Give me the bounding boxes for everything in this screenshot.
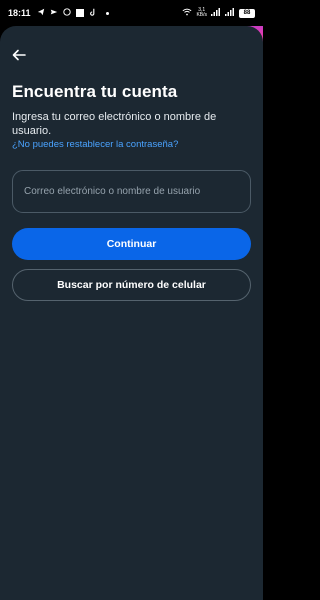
page-subtitle: Ingresa tu correo electrónico o nombre d… (12, 111, 217, 137)
battery-icon: 88 (239, 8, 255, 18)
status-time: 18:11 (8, 8, 31, 18)
back-button[interactable] (10, 48, 28, 66)
net-speed-unit: KB/s (196, 12, 207, 18)
cannot-reset-password-link[interactable]: ¿No puedes restablecer la contraseña? (12, 139, 178, 150)
signal-icon-2 (225, 8, 235, 18)
page-title: Encuentra tu cuenta (12, 82, 178, 101)
arrow-left-icon (12, 48, 26, 66)
send-icon (50, 8, 58, 18)
email-username-input[interactable] (24, 186, 250, 197)
status-bar: 18:11 3,1 KB/s 88 (0, 0, 263, 26)
continue-button[interactable]: Continuar (12, 228, 251, 260)
whatsapp-icon (62, 8, 71, 18)
telegram-icon (37, 8, 45, 18)
dot-icon (105, 11, 109, 15)
find-account-screen: Encuentra tu cuenta Ingresa tu correo el… (0, 26, 263, 600)
status-right: 3,1 KB/s 88 (182, 8, 255, 18)
signal-icon (211, 8, 221, 18)
search-by-phone-button[interactable]: Buscar por número de celular (12, 269, 251, 301)
tiktok-icon (89, 8, 97, 18)
square-icon (75, 9, 84, 17)
email-username-field[interactable] (12, 170, 251, 213)
wifi-icon (182, 8, 192, 18)
net-speed: 3,1 KB/s (196, 8, 207, 18)
